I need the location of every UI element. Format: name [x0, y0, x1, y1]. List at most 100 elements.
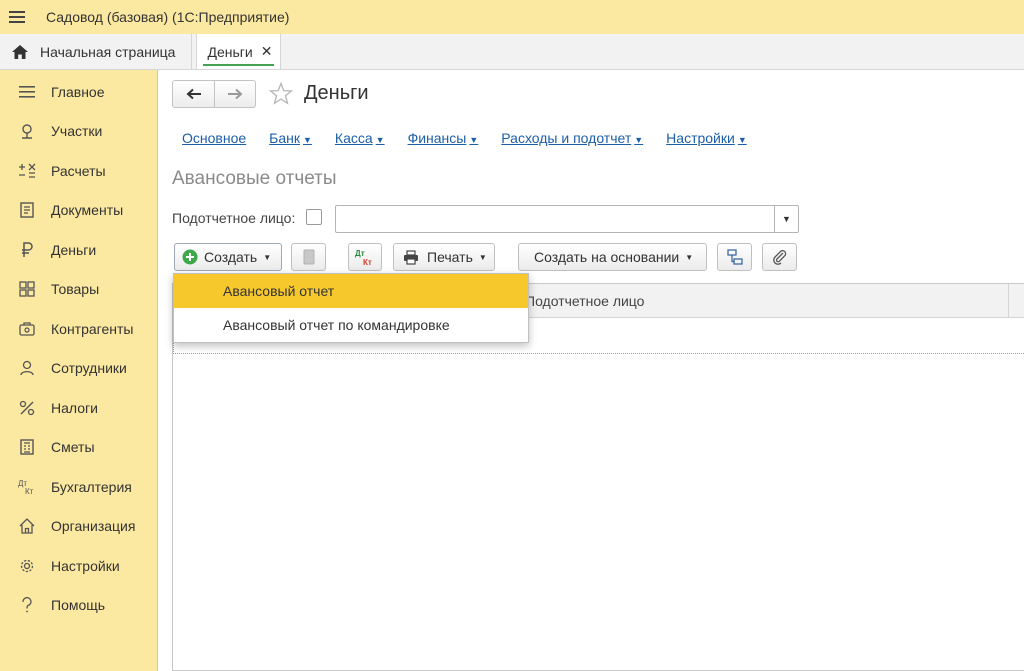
post-button[interactable] — [291, 243, 326, 271]
person-icon — [18, 359, 36, 377]
sidebar-item-employees[interactable]: Сотрудники — [0, 350, 158, 386]
sidebar-item-label: Документы — [51, 202, 124, 218]
sidebar-item-label: Бухгалтерия — [51, 479, 132, 495]
sidebar-item-label: Деньги — [51, 242, 97, 258]
app-title: Садовод (базовая) (1С:Предприятие) — [46, 9, 290, 25]
sidebar-item-label: Настройки — [51, 558, 120, 574]
help-icon — [18, 596, 36, 614]
percent-icon — [18, 399, 36, 417]
dropdown-arrow-icon: ▼ — [375, 135, 385, 145]
create-based-on-button[interactable]: Создать на основании ▼ — [518, 243, 707, 271]
sidebar-item-label: Сметы — [51, 439, 95, 455]
page-title: Деньги — [304, 82, 369, 104]
create-menu: Авансовый отчет Авансовый отчет по коман… — [173, 273, 529, 343]
navlink-expenses[interactable]: Расходы и подотчет ▼ — [501, 130, 643, 146]
home-icon — [12, 44, 28, 59]
create-button[interactable]: Создать ▼ — [174, 243, 282, 271]
boxes-icon — [18, 280, 36, 298]
accounting-icon: Дт Кт — [18, 478, 36, 496]
structure-icon — [726, 249, 743, 265]
tab-money-label: Деньги — [207, 43, 253, 60]
estimate-icon — [18, 438, 36, 456]
sidebar-item-settings[interactable]: Настройки — [0, 548, 158, 584]
arrow-left-icon — [186, 88, 201, 100]
navlink-cash[interactable]: Касса ▼ — [335, 130, 385, 146]
dropdown-arrow-icon: ▼ — [263, 252, 272, 262]
sidebar-item-taxes[interactable]: Налоги — [0, 390, 158, 426]
main-menu-icon[interactable] — [0, 0, 34, 34]
section-title: Авансовые отчеты — [172, 168, 337, 189]
filter-checkbox[interactable] — [306, 209, 322, 225]
sidebar-item-label: Помощь — [51, 597, 106, 613]
dropdown-arrow-icon: ▼ — [469, 135, 479, 145]
sidebar-item-organization[interactable]: Организация — [0, 508, 158, 544]
arrow-right-icon — [228, 88, 243, 100]
sidebar-item-label: Контрагенты — [51, 321, 134, 337]
tab-home-label: Начальная страница — [40, 43, 176, 60]
main-content: Деньги Основное Банк ▼ Касса ▼ Финансы ▼ Ра… — [158, 70, 1024, 671]
sidebar-item-label: Главное — [51, 84, 105, 100]
sidebar-item-label: Организация — [51, 518, 136, 534]
navlink-bank[interactable]: Банк ▼ — [269, 130, 312, 146]
sidebar-item-label: Товары — [51, 281, 100, 297]
accountable-person-field[interactable]: ▼ — [335, 205, 799, 233]
print-button[interactable]: Печать ▼ — [393, 243, 495, 271]
sidebar-item-accounting[interactable]: Дт Кт Бухгалтерия — [0, 469, 158, 505]
printer-icon — [404, 249, 418, 265]
column-header-accountable-person[interactable]: Подотчетное лицо — [525, 293, 644, 309]
sidebar-item-label: Участки — [51, 123, 103, 139]
back-button[interactable] — [173, 81, 214, 107]
sidebar-item-goods[interactable]: Товары — [0, 271, 158, 307]
forward-button[interactable] — [214, 81, 255, 107]
sidebar-item-main[interactable]: Главное — [0, 74, 158, 110]
dropdown-arrow-icon: ▼ — [478, 252, 487, 262]
navlink-settings[interactable]: Настройки ▼ — [666, 130, 747, 146]
navlink-main[interactable]: Основное — [182, 130, 246, 146]
dropdown-arrow-icon[interactable]: ▼ — [774, 206, 798, 232]
ruble-icon — [18, 241, 36, 259]
dropdown-arrow-icon: ▼ — [634, 135, 644, 145]
plus-circle-icon — [182, 249, 198, 265]
sidebar-item-documents[interactable]: Документы — [0, 192, 158, 228]
menu-item-advance-report-trip[interactable]: Авансовый отчет по командировке — [174, 308, 528, 342]
structure-button[interactable] — [717, 243, 752, 271]
column-separator — [1008, 284, 1009, 318]
section-nav: Основное Банк ▼ Касса ▼ Финансы ▼ Расходы и… — [182, 130, 770, 146]
sidebar-item-money[interactable]: Деньги — [0, 232, 158, 268]
house-icon — [18, 517, 36, 535]
close-tab-icon[interactable]: ✕ — [261, 43, 273, 60]
document-icon — [18, 201, 36, 219]
title-bar: Садовод (базовая) (1С:Предприятие) — [0, 0, 1024, 34]
sidebar-item-estimates[interactable]: Сметы — [0, 429, 158, 465]
sidebar: Главное Участки Расчеты Документы Деньги… — [0, 70, 158, 671]
calc-icon — [18, 162, 36, 180]
document-post-icon — [303, 249, 314, 265]
map-pin-icon — [18, 122, 36, 140]
paperclip-icon — [772, 250, 786, 265]
attachment-button[interactable] — [762, 243, 797, 271]
create-button-label: Создать — [204, 249, 258, 265]
sidebar-item-label: Расчеты — [51, 163, 106, 179]
tab-bar: Начальная страница Деньги ✕ — [0, 34, 1024, 70]
sidebar-item-label: Сотрудники — [51, 360, 127, 376]
navlink-finance[interactable]: Финансы ▼ — [408, 130, 479, 146]
gear-icon — [18, 557, 36, 575]
sidebar-item-label: Налоги — [51, 400, 98, 416]
menu-lines-icon — [18, 83, 36, 101]
create-based-on-label: Создать на основании — [534, 249, 680, 265]
history-nav — [172, 80, 256, 108]
svg-text:Кт: Кт — [25, 487, 34, 495]
svg-text:Дт: Дт — [355, 249, 365, 258]
sidebar-item-contractors[interactable]: Контрагенты — [0, 311, 158, 347]
svg-text:Кт: Кт — [363, 258, 372, 266]
favorite-star-icon[interactable] — [269, 82, 293, 106]
menu-item-advance-report[interactable]: Авансовый отчет — [174, 274, 528, 308]
sidebar-item-help[interactable]: Помощь — [0, 587, 158, 623]
tab-money[interactable]: Деньги ✕ — [196, 34, 282, 69]
print-button-label: Печать — [427, 249, 473, 265]
dtkt-button[interactable]: Дт Кт — [348, 243, 382, 271]
sidebar-item-plots[interactable]: Участки — [0, 113, 158, 149]
tab-home[interactable]: Начальная страница — [0, 34, 193, 69]
sidebar-item-settlements[interactable]: Расчеты — [0, 153, 158, 189]
filter-label: Подотчетное лицо: — [172, 210, 296, 226]
